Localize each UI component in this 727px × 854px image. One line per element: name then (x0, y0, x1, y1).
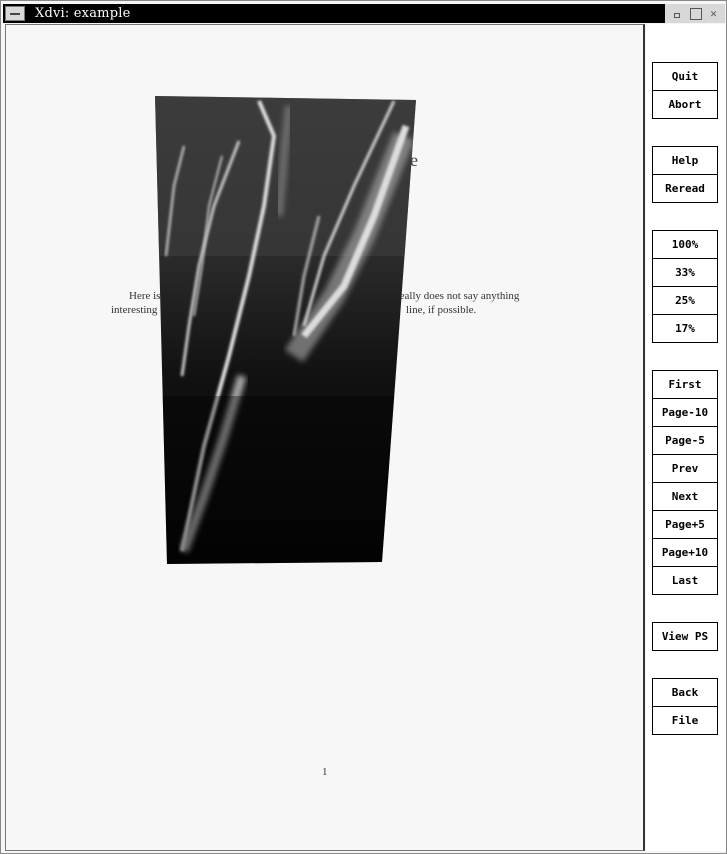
page-minus-10-button[interactable]: Page-10 (652, 399, 718, 427)
maximize-icon[interactable] (689, 7, 702, 20)
embedded-grayscale-photo (155, 96, 416, 564)
page-plus-5-button[interactable]: Page+5 (652, 511, 718, 539)
prev-page-button[interactable]: Prev (652, 455, 718, 483)
quit-button[interactable]: Quit (652, 62, 718, 91)
window-title: Xdvi: example (35, 6, 131, 21)
zoom-33-button[interactable]: 33% (652, 259, 718, 287)
body-text-line2-left: interesting (111, 304, 158, 316)
abort-button[interactable]: Abort (652, 91, 718, 119)
help-button[interactable]: Help (652, 146, 718, 175)
zoom-100-button[interactable]: 100% (652, 230, 718, 259)
window-controls: ✕ (665, 4, 725, 23)
minimize-icon[interactable] (671, 7, 684, 20)
file-button[interactable]: File (652, 707, 718, 735)
zoom-25-button[interactable]: 25% (652, 287, 718, 315)
back-button[interactable]: Back (652, 678, 718, 707)
document-page-view[interactable]: e Here is really does not say anything i… (5, 24, 645, 851)
zoom-17-button[interactable]: 17% (652, 315, 718, 343)
title-bar[interactable]: Xdvi: example ✕ (3, 4, 725, 23)
page-minus-5-button[interactable]: Page-5 (652, 427, 718, 455)
body-text-line2-right: line, if possible. (406, 304, 477, 316)
xdvi-window: Xdvi: example ✕ e Here is really does no… (0, 0, 727, 854)
window-menu-icon[interactable] (5, 6, 25, 21)
command-sidebar: Quit Abort Help Reread 100% 33% 25% 17% … (646, 24, 726, 851)
body-text-line1-right: really does not say anything (396, 290, 520, 302)
reread-button[interactable]: Reread (652, 175, 718, 203)
next-page-button[interactable]: Next (652, 483, 718, 511)
body-text-line1-left: Here is (129, 290, 161, 302)
view-ps-button[interactable]: View PS (652, 622, 718, 651)
last-page-button[interactable]: Last (652, 567, 718, 595)
page-number: 1 (322, 766, 328, 778)
page-plus-10-button[interactable]: Page+10 (652, 539, 718, 567)
first-page-button[interactable]: First (652, 370, 718, 399)
close-icon[interactable]: ✕ (707, 7, 720, 20)
